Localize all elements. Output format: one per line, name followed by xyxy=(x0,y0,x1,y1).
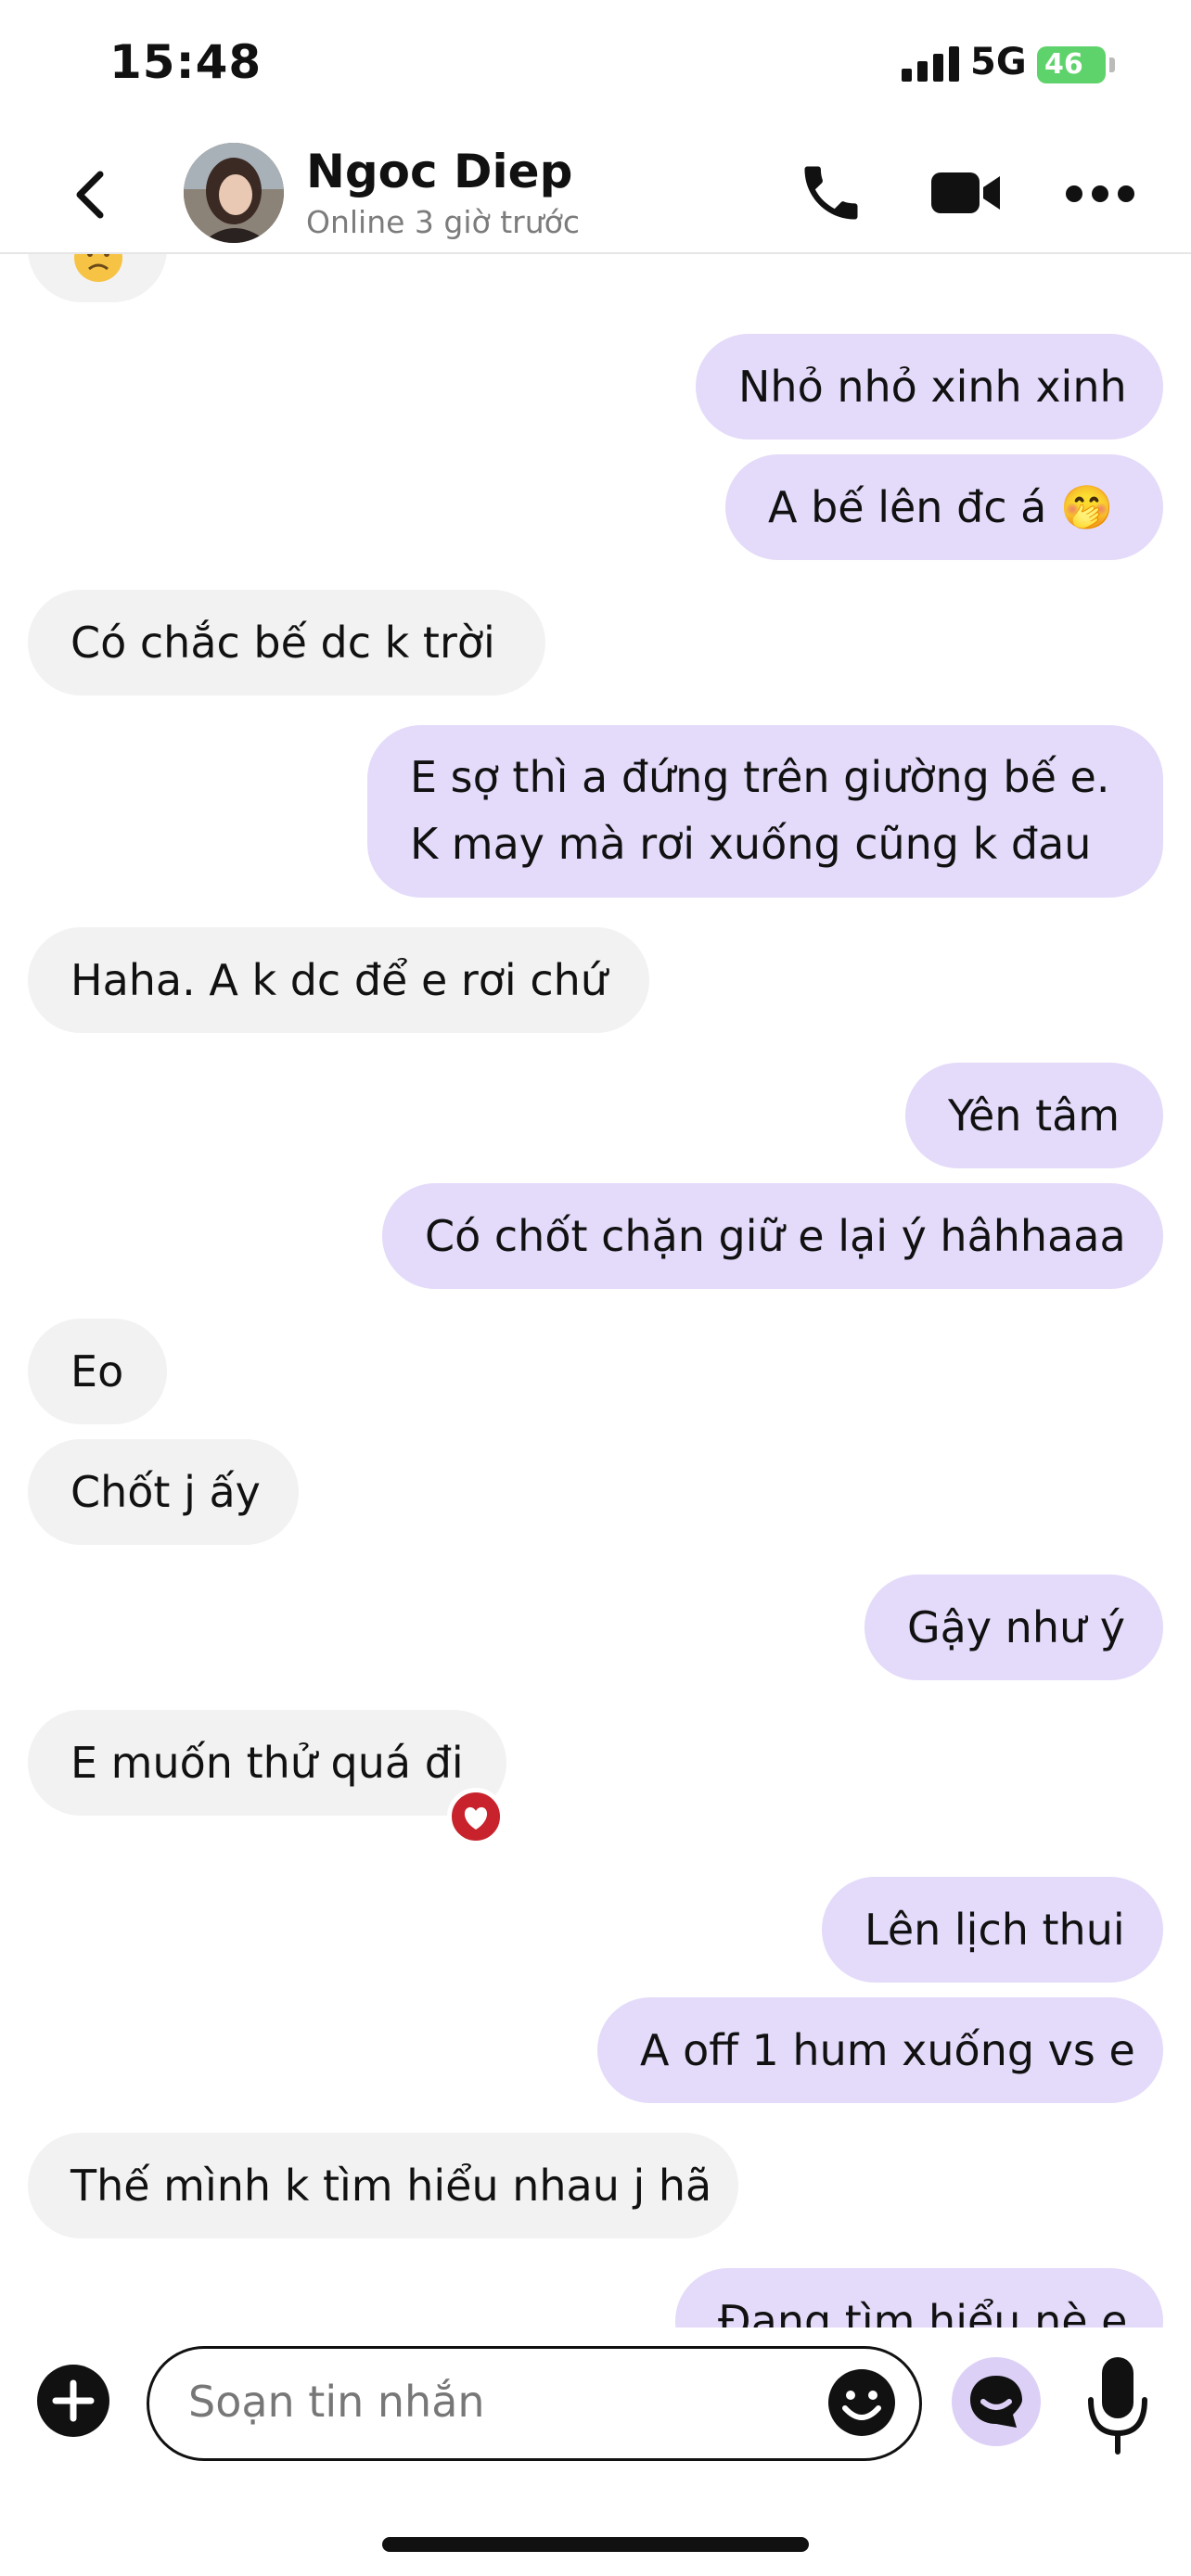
message-text: Thế mình k tìm hiểu nhau j hã xyxy=(70,2161,712,2211)
message-text: A off 1 hum xuống vs e xyxy=(640,2025,1135,2075)
battery-cap xyxy=(1109,57,1115,72)
message-text: A bế lên đc á 🤭 xyxy=(768,482,1114,532)
message-text: E muốn thử quá đi xyxy=(70,1738,464,1788)
message-bubble-out[interactable]: Gậy như ý xyxy=(864,1575,1163,1680)
avatar-photo xyxy=(184,143,284,243)
message-bubble-out[interactable]: Lên lịch thui xyxy=(822,1877,1163,1983)
message-text: Lên lịch thui xyxy=(864,1905,1125,1955)
message-bubble-in[interactable]: Haha. A k dc để e rơi chứ xyxy=(28,927,649,1033)
smile-icon[interactable] xyxy=(825,2366,899,2440)
message-input-placeholder: Soạn tin nhắn xyxy=(188,2377,485,2427)
message-input[interactable]: Soạn tin nhắn xyxy=(147,2346,922,2461)
message-text: Có chốt chặn giữ e lại ý hâhhaaa xyxy=(425,1211,1126,1261)
plus-button[interactable] xyxy=(37,2365,109,2437)
message-text: Có chắc bế dc k trời xyxy=(70,618,495,668)
message-bubble-in[interactable]: Thế mình k tìm hiểu nhau j hã xyxy=(28,2133,738,2238)
message-bubble-in[interactable]: Có chắc bế dc k trời xyxy=(28,590,545,695)
avatar[interactable] xyxy=(184,143,284,243)
contact-status: Online 3 giờ trước xyxy=(306,204,580,240)
ai-assistant-button[interactable] xyxy=(952,2357,1041,2446)
battery-icon: 46 xyxy=(1037,46,1106,83)
message-bubble-out[interactable]: Có chốt chặn giữ e lại ý hâhhaaa xyxy=(382,1183,1163,1289)
message-text-line: K may mà rơi xuống cũng k đau xyxy=(410,819,1092,869)
plus-icon xyxy=(52,2379,95,2422)
message-bubble-out[interactable]: E sợ thì a đứng trên giường bế e. K may … xyxy=(367,725,1163,898)
composer-bar: Soạn tin nhắn xyxy=(0,2327,1191,2576)
message-text: Eo xyxy=(70,1346,124,1396)
more-icon[interactable] xyxy=(1065,184,1135,204)
message-text-line: E sợ thì a đứng trên giường bế e. xyxy=(410,752,1110,802)
heart-icon xyxy=(464,1807,488,1830)
message-text: Gậy như ý xyxy=(907,1602,1125,1652)
contact-name: Ngoc Diep xyxy=(306,145,573,198)
message-text: Haha. A k dc để e rơi chứ xyxy=(70,955,608,1005)
network-label: 5G xyxy=(970,41,1027,83)
microphone-icon[interactable] xyxy=(1085,2353,1150,2455)
home-indicator xyxy=(382,2537,809,2552)
message-bubble-out[interactable]: Yên tâm xyxy=(905,1063,1163,1168)
chat-header: Ngoc Diep Online 3 giờ trước xyxy=(0,130,1191,254)
phone-icon[interactable] xyxy=(796,158,866,228)
status-time: 15:48 xyxy=(109,35,263,89)
message-text: Nhỏ nhỏ xinh xinh xyxy=(738,362,1127,412)
heart-reaction-icon[interactable] xyxy=(447,1788,505,1845)
message-bubble-in[interactable]: Eo xyxy=(28,1319,167,1424)
signal-icon xyxy=(902,46,959,82)
message-list[interactable]: Nhỏ nhỏ xinh xinh A bế lên đc á 🤭 Có chắ… xyxy=(0,254,1191,2327)
back-icon[interactable] xyxy=(65,167,121,223)
ai-assistant-icon xyxy=(970,2376,1022,2428)
message-bubble-out[interactable]: Đang tìm hiểu nè e xyxy=(675,2268,1163,2327)
message-text: Đang tìm hiểu nè e xyxy=(718,2296,1128,2327)
message-bubble-partial[interactable] xyxy=(28,254,167,302)
battery-level: 46 xyxy=(1044,48,1083,81)
sad-emoji-icon xyxy=(74,254,122,282)
video-camera-icon[interactable] xyxy=(929,165,1002,221)
status-bar: 15:48 5G 46 xyxy=(0,0,1191,130)
message-bubble-in[interactable]: E muốn thử quá đi xyxy=(28,1710,506,1816)
message-bubble-out[interactable]: Nhỏ nhỏ xinh xinh xyxy=(696,334,1163,440)
message-text: Yên tâm xyxy=(948,1090,1121,1141)
message-bubble-in[interactable]: Chốt j ấy xyxy=(28,1439,299,1545)
message-text: Chốt j ấy xyxy=(70,1467,261,1517)
message-bubble-out[interactable]: A bế lên đc á 🤭 xyxy=(725,454,1163,560)
message-bubble-out[interactable]: A off 1 hum xuống vs e xyxy=(597,1997,1163,2103)
